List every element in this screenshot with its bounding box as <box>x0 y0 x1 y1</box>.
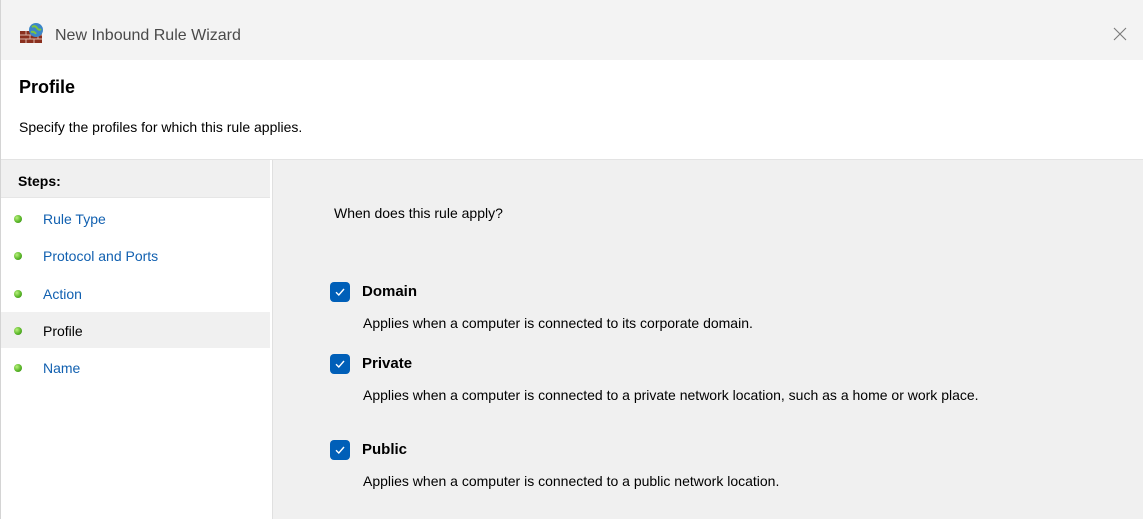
firewall-icon <box>19 22 45 44</box>
step-complete-icon <box>14 290 22 298</box>
step-label: Profile <box>43 323 83 339</box>
step-label: Protocol and Ports <box>43 248 159 264</box>
checkmark-icon <box>335 446 345 455</box>
private-label[interactable]: Private <box>362 355 412 372</box>
page-title: Profile <box>19 77 76 97</box>
domain-description: Applies when a computer is connected to … <box>363 315 753 331</box>
step-label: Name <box>43 360 81 376</box>
steps-panel: Steps: Rule Type Protocol and Ports Acti… <box>1 160 273 519</box>
wizard-window: New Inbound Rule Wizard Profile Specify … <box>0 0 1143 519</box>
domain-checkbox[interactable] <box>330 282 350 302</box>
page-header: Profile Specify the profiles for which t… <box>1 60 1143 160</box>
private-description: Applies when a computer is connected to … <box>363 387 979 403</box>
step-complete-icon <box>14 252 22 260</box>
title-bar[interactable]: New Inbound Rule Wizard <box>1 0 1143 60</box>
checkmark-icon <box>335 360 345 369</box>
page-description: Specify the profiles for which this rule… <box>19 119 303 135</box>
private-checkbox[interactable] <box>330 354 350 374</box>
public-description: Applies when a computer is connected to … <box>363 473 780 489</box>
close-button[interactable] <box>1097 18 1143 54</box>
step-profile[interactable]: Profile <box>1 312 270 348</box>
public-checkbox[interactable] <box>330 440 350 460</box>
step-complete-icon <box>14 215 22 223</box>
step-current-icon <box>14 327 22 335</box>
content-panel: When does this rule apply? Domain Applie… <box>273 160 1143 519</box>
step-protocol-and-ports[interactable]: Protocol and Ports <box>1 237 270 273</box>
step-name[interactable]: Name <box>1 349 270 385</box>
domain-label[interactable]: Domain <box>362 283 417 300</box>
checkmark-icon <box>335 288 345 297</box>
step-label: Rule Type <box>43 211 106 227</box>
step-complete-icon <box>14 364 22 372</box>
close-icon <box>1113 27 1127 46</box>
public-label[interactable]: Public <box>362 441 407 458</box>
steps-heading-label: Steps: <box>18 173 61 189</box>
window-title: New Inbound Rule Wizard <box>55 27 241 44</box>
step-action[interactable]: Action <box>1 275 270 311</box>
step-rule-type[interactable]: Rule Type <box>1 200 270 236</box>
steps-heading: Steps: <box>1 160 270 198</box>
question-text: When does this rule apply? <box>334 205 503 221</box>
step-label: Action <box>43 286 82 302</box>
